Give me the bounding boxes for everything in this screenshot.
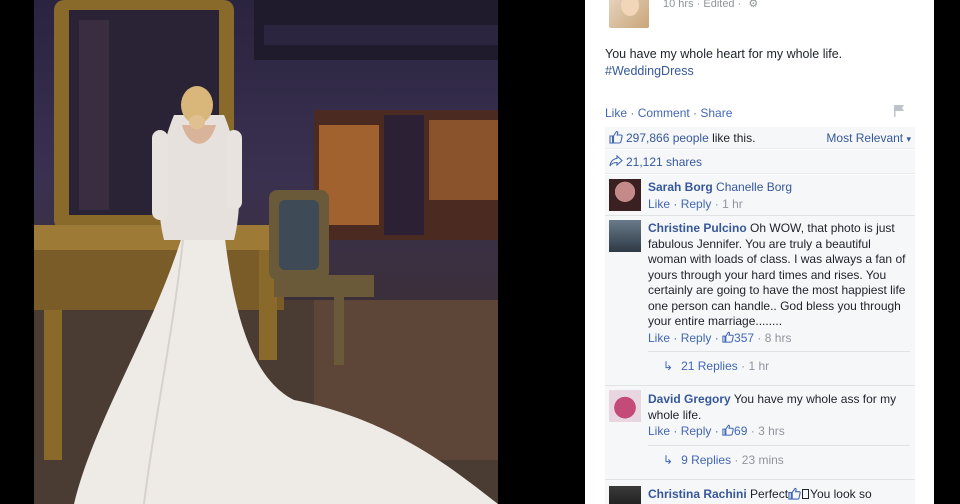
comment-actions: Like · Reply · 69 · 3 hrs xyxy=(648,424,785,438)
privacy-globe-icon[interactable]: ⚙ xyxy=(748,0,758,10)
divider xyxy=(648,351,910,352)
missing-glyph-icon xyxy=(802,489,810,499)
thumbs-up-icon xyxy=(722,424,734,436)
chevron-down-icon: ▾ xyxy=(906,134,911,144)
divider xyxy=(648,445,910,446)
comment-reply-button[interactable]: Reply xyxy=(681,331,712,345)
thumbs-up-icon xyxy=(722,331,734,343)
comment-reply-button[interactable]: Reply xyxy=(681,424,712,438)
comment-time[interactable]: 1 hr xyxy=(722,197,743,211)
commenter-name[interactable]: Sarah Borg xyxy=(648,180,713,194)
comment-text: You look so xyxy=(810,487,872,501)
like-button[interactable]: Like xyxy=(605,106,627,120)
share-button[interactable]: Share xyxy=(700,106,732,120)
likes-summary: 297,866 people like this. Most Relevant … xyxy=(605,127,915,149)
commenter-avatar[interactable] xyxy=(609,486,641,504)
reply-arrow-icon: ↳ xyxy=(663,453,674,467)
view-replies-link[interactable]: ↳ 21 Replies · 1 hr xyxy=(663,359,769,373)
comment-time[interactable]: 8 hrs xyxy=(765,331,792,345)
replies-count[interactable]: 21 Replies xyxy=(681,359,738,373)
divider xyxy=(605,479,915,480)
comment-sort-dropdown[interactable]: Most Relevant ▾ xyxy=(826,131,911,145)
comment-time[interactable]: 3 hrs xyxy=(758,424,785,438)
commenter-name[interactable]: Christine Pulcino xyxy=(648,221,747,235)
shares-summary: 21,121 shares xyxy=(605,150,915,174)
shares-count-link[interactable]: 21,121 shares xyxy=(626,155,702,169)
comment-actions: Like · Reply · 357 · 8 hrs xyxy=(648,330,792,345)
commenter-name[interactable]: David Gregory xyxy=(648,392,731,406)
post-body: You have my whole heart for my whole lif… xyxy=(605,47,843,61)
reply-arrow-icon: ↳ xyxy=(663,359,674,373)
comment-text: Oh WOW, that photo is just fabulous Jenn… xyxy=(648,221,906,328)
hashtag-link[interactable]: #WeddingDress xyxy=(605,63,925,80)
edited-label[interactable]: Edited xyxy=(703,0,734,10)
wedding-dress-photo[interactable] xyxy=(34,0,498,504)
post-text: You have my whole heart for my whole lif… xyxy=(605,46,925,80)
share-arrow-icon xyxy=(609,155,623,167)
replies-count[interactable]: 9 Replies xyxy=(681,453,731,467)
comment-like-button[interactable]: Like xyxy=(648,424,670,438)
comments-list: Sarah Borg Chanelle Borg Like · Reply · … xyxy=(605,175,915,504)
replies-time: 23 mins xyxy=(741,453,784,467)
comment-like-button[interactable]: Like xyxy=(648,197,670,211)
post-actions: Like · Comment · Share xyxy=(605,106,733,120)
comment-button[interactable]: Comment xyxy=(638,106,690,120)
comment-like-count[interactable]: 357 xyxy=(734,331,754,345)
author-avatar[interactable] xyxy=(609,0,649,28)
sort-label: Most Relevant xyxy=(826,131,904,145)
comment-reply-button[interactable]: Reply xyxy=(681,197,712,211)
divider xyxy=(605,385,915,386)
post-time[interactable]: 10 hrs xyxy=(663,0,694,10)
like-count-link[interactable]: 297,866 people xyxy=(626,131,709,145)
view-replies-link[interactable]: ↳ 9 Replies · 23 mins xyxy=(663,453,784,467)
tagged-name[interactable]: Chanelle Borg xyxy=(713,180,792,194)
commenter-avatar[interactable] xyxy=(609,390,641,422)
comment-actions: Like · Reply · 1 hr xyxy=(648,196,743,211)
thumbs-up-emoji-icon xyxy=(788,487,801,500)
comment-like-count[interactable]: 69 xyxy=(734,424,747,438)
divider xyxy=(605,215,915,216)
post-meta: 10 hrs · Edited · ⚙ xyxy=(663,0,759,10)
comment-text: Perfect xyxy=(746,487,789,501)
photo-viewer xyxy=(0,0,585,504)
right-margin xyxy=(934,0,960,504)
replies-time: 1 hr xyxy=(748,359,770,373)
post-panel: 10 hrs · Edited · ⚙ You have my whole he… xyxy=(585,0,934,504)
like-this-label: like this. xyxy=(708,131,756,145)
commenter-avatar[interactable] xyxy=(609,179,641,211)
comment-like-button[interactable]: Like xyxy=(648,331,670,345)
thumbs-up-icon xyxy=(609,130,623,144)
commenter-avatar[interactable] xyxy=(609,220,641,252)
flag-icon[interactable] xyxy=(892,104,906,118)
commenter-name[interactable]: Christina Rachini xyxy=(648,487,747,501)
